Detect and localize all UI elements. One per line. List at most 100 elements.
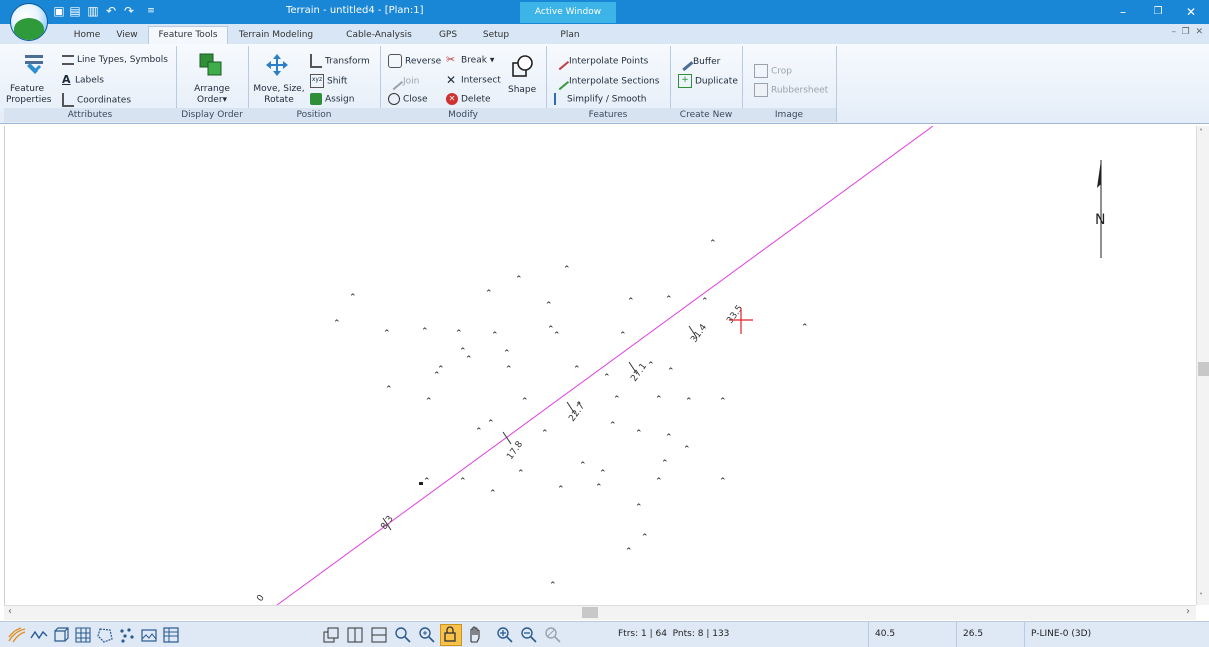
crop-button[interactable]: Crop — [754, 64, 792, 78]
survey-point[interactable]: ⌃ — [515, 275, 523, 285]
vertical-scrollbar[interactable]: ˄ ˅ — [1196, 126, 1209, 605]
undo-icon[interactable]: ↶ — [104, 4, 118, 18]
survey-point[interactable]: ⌃ — [425, 397, 433, 407]
scroll-left-icon[interactable]: ‹ — [8, 606, 12, 617]
survey-point[interactable]: ⌃ — [541, 429, 549, 439]
survey-point[interactable]: ⌃ — [719, 397, 727, 407]
3d-box-icon[interactable] — [52, 626, 70, 644]
survey-point[interactable]: ⌃ — [489, 489, 497, 499]
pan-hand-icon[interactable] — [466, 626, 484, 644]
survey-point[interactable]: ⌃ — [563, 265, 571, 275]
arrange-order-button[interactable]: Arrange Order▾ — [180, 84, 244, 106]
survey-point[interactable]: ⌃ — [609, 421, 617, 431]
survey-point[interactable]: ⌃ — [503, 349, 511, 359]
survey-point[interactable]: ⌃ — [635, 503, 643, 513]
close-feature-button[interactable]: Close — [388, 93, 428, 106]
survey-point[interactable]: ⌃ — [553, 331, 561, 341]
survey-point[interactable]: ⌃ — [505, 365, 513, 375]
survey-point[interactable]: ⌃ — [719, 477, 727, 487]
survey-point[interactable]: ⌃ — [521, 397, 529, 407]
survey-point[interactable]: ⌃ — [683, 445, 691, 455]
intersect-button[interactable]: ✕ Intersect — [446, 74, 501, 87]
survey-point[interactable]: ⌃ — [573, 365, 581, 375]
survey-point[interactable]: ⌃ — [635, 429, 643, 439]
tile-vertical-icon[interactable] — [346, 626, 364, 644]
reverse-button[interactable]: Reverse — [388, 54, 441, 68]
survey-point[interactable]: ⌃ — [545, 301, 553, 311]
survey-point[interactable]: ⌃ — [423, 477, 431, 487]
buffer-button[interactable]: Buffer — [674, 51, 720, 72]
survey-point[interactable]: ⌃ — [485, 289, 493, 299]
survey-point[interactable]: ⌃ — [627, 297, 635, 307]
survey-point[interactable]: ⌃ — [619, 331, 627, 341]
survey-point[interactable]: ⌃ — [655, 477, 663, 487]
survey-point[interactable]: ⌃ — [383, 329, 391, 339]
shape-button[interactable]: Shape — [508, 84, 536, 96]
join-button[interactable]: Join — [384, 71, 419, 91]
survey-point[interactable]: ⌃ — [599, 469, 607, 479]
survey-point[interactable]: ⌃ — [641, 533, 649, 543]
scroll-up-icon[interactable]: ˄ — [1199, 128, 1203, 137]
profile-icon[interactable] — [30, 626, 48, 644]
mdi-window-controls[interactable]: – ❐ ✕ — [1171, 27, 1203, 37]
print-icon[interactable]: ▥ — [86, 4, 100, 18]
polygon-icon[interactable] — [96, 626, 114, 644]
survey-point[interactable]: ⌃ — [603, 373, 611, 383]
survey-point[interactable]: ⌃ — [625, 547, 633, 557]
scroll-right-icon[interactable]: › — [1186, 606, 1190, 617]
horizontal-scroll-thumb[interactable] — [582, 607, 598, 618]
survey-point[interactable]: ⌃ — [647, 361, 655, 371]
tab-feature-tools[interactable]: Feature Tools — [148, 26, 228, 44]
labels-button[interactable]: A Labels — [62, 74, 104, 87]
survey-point[interactable]: ⌃ — [557, 485, 565, 495]
survey-point[interactable]: ⌃ — [333, 319, 341, 329]
tab-view[interactable]: View — [110, 27, 144, 44]
transform-button[interactable]: Transform — [310, 54, 370, 68]
cascade-windows-icon[interactable] — [322, 626, 340, 644]
break-button[interactable]: ✂ Break ▾ — [446, 54, 494, 67]
survey-point[interactable]: ⌃ — [801, 323, 809, 333]
assign-button[interactable]: Assign — [310, 93, 354, 106]
save-icon[interactable]: ▣ — [52, 4, 66, 18]
rubbersheet-button[interactable]: Rubbersheet — [754, 83, 828, 97]
open-icon[interactable]: ▤ — [68, 4, 82, 18]
survey-point[interactable]: ⌃ — [661, 459, 669, 469]
vertical-scroll-thumb[interactable] — [1198, 362, 1209, 376]
line-types-button[interactable]: Line Types, Symbols — [62, 54, 168, 66]
zoom-icon[interactable] — [394, 626, 412, 644]
tab-plan[interactable]: Plan — [530, 27, 610, 44]
contour-icon[interactable] — [8, 626, 26, 644]
horizontal-scrollbar[interactable]: ‹ › — [4, 605, 1196, 620]
survey-point[interactable]: ⌃ — [655, 395, 663, 405]
tab-home[interactable]: Home — [64, 27, 110, 44]
survey-point[interactable]: ⌃ — [665, 295, 673, 305]
simplify-smooth-button[interactable]: Simplify / Smooth — [554, 93, 647, 106]
survey-point[interactable]: ⌃ — [433, 371, 441, 381]
table-icon[interactable] — [162, 626, 180, 644]
tile-horizontal-icon[interactable] — [370, 626, 388, 644]
zoom-in-icon[interactable] — [496, 626, 514, 644]
tab-cable-analysis[interactable]: Cable-Analysis — [338, 27, 420, 44]
survey-point[interactable]: ⌃ — [487, 419, 495, 429]
tab-setup[interactable]: Setup — [474, 27, 518, 44]
plan-view-canvas[interactable]: 0 8.3 17.8 22.7 27.1 31.4 33.5 N ⌃ ⌃ ⌃ ⌃ ⌃ ⌃ ⌃… — [4, 125, 1197, 606]
survey-point[interactable]: ⌃ — [595, 483, 603, 493]
grid-icon[interactable] — [74, 626, 92, 644]
tab-gps[interactable]: GPS — [432, 27, 464, 44]
survey-point[interactable]: ⌃ — [685, 397, 693, 407]
minimize-icon[interactable]: – — [1115, 4, 1131, 20]
close-icon[interactable]: ✕ — [1183, 4, 1199, 20]
move-size-rotate-button[interactable]: Move, Size, Rotate — [250, 84, 308, 106]
survey-point[interactable]: ⌃ — [709, 239, 717, 249]
survey-point[interactable]: ⌃ — [491, 331, 499, 341]
lock-toggle[interactable] — [440, 624, 462, 646]
survey-point[interactable]: ⌃ — [517, 469, 525, 479]
zoom-window-icon[interactable] — [418, 626, 436, 644]
coordinates-button[interactable]: Coordinates — [62, 93, 131, 107]
survey-point[interactable]: ⌃ — [349, 293, 357, 303]
restore-icon[interactable]: ❐ — [1150, 4, 1166, 20]
survey-point[interactable]: ⌃ — [475, 427, 483, 437]
survey-point[interactable]: ⌃ — [665, 433, 673, 443]
app-logo[interactable] — [10, 3, 48, 41]
zoom-out-icon[interactable] — [520, 626, 538, 644]
